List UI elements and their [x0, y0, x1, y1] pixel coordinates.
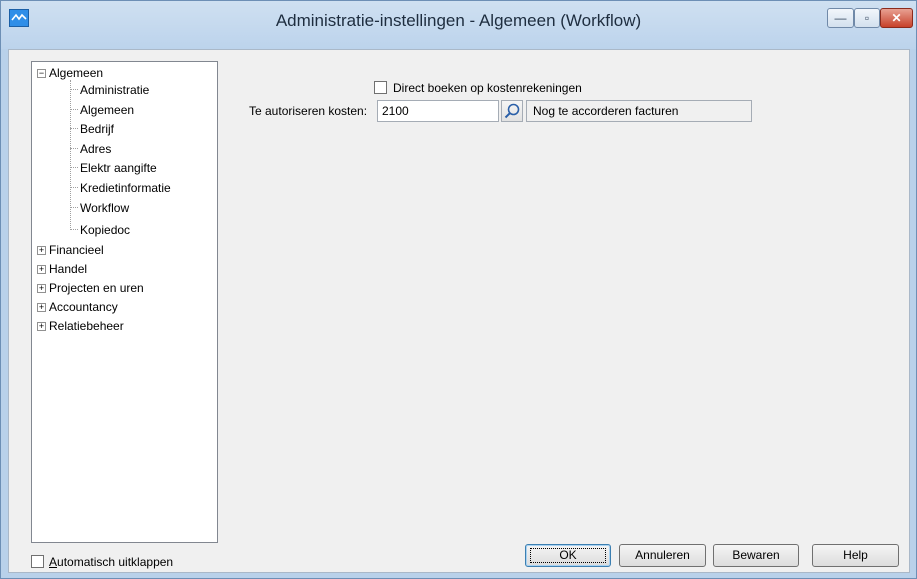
auto-expand-label: Automatisch uitklappen — [49, 555, 173, 569]
auto-expand-checkbox[interactable] — [31, 555, 44, 568]
save-button[interactable]: Bewaren — [713, 544, 799, 567]
tree-item-financieel[interactable]: Financieel — [49, 241, 104, 259]
expand-icon[interactable]: + — [37, 265, 46, 274]
close-icon: ✕ — [891, 11, 902, 25]
tree-item-algemeen-root[interactable]: Algemeen — [49, 64, 103, 82]
dialog-body: − Algemeen Administratie Algemeen Bedrij… — [8, 49, 910, 573]
title-bar[interactable]: Administratie-instellingen - Algemeen (W… — [1, 1, 916, 49]
expand-icon[interactable]: + — [37, 284, 46, 293]
authorize-costs-label: Te autoriseren kosten: — [249, 104, 368, 118]
tree-branch — [70, 148, 78, 149]
authorize-costs-input[interactable]: 2100 — [377, 100, 499, 122]
settings-window: Administratie-instellingen - Algemeen (W… — [0, 0, 917, 579]
direct-booking-checkbox[interactable] — [374, 81, 387, 94]
tree-item-bedrijf[interactable]: Bedrijf — [80, 120, 114, 138]
tree-item-administratie[interactable]: Administratie — [80, 81, 149, 99]
focus-rectangle — [530, 548, 606, 563]
tree-item-handel[interactable]: Handel — [49, 260, 87, 278]
tree-item-kopiedoc[interactable]: Kopiedoc — [80, 221, 130, 239]
lookup-button[interactable] — [501, 100, 523, 122]
tree-item-adres[interactable]: Adres — [80, 140, 111, 158]
expand-icon[interactable]: + — [37, 322, 46, 331]
search-icon — [504, 103, 520, 119]
close-button[interactable]: ✕ — [880, 8, 913, 28]
cancel-button[interactable]: Annuleren — [619, 544, 706, 567]
maximize-icon: ▫ — [864, 11, 870, 25]
tree-item-kredietinformatie[interactable]: Kredietinformatie — [80, 179, 171, 197]
tree-branch — [70, 109, 78, 110]
expand-icon[interactable]: + — [37, 303, 46, 312]
tree-item-algemeen[interactable]: Algemeen — [80, 101, 134, 119]
tree-branch — [70, 128, 78, 129]
auto-expand-mnemonic: A — [49, 555, 58, 569]
tree-branch — [70, 167, 78, 168]
ok-button[interactable]: OK — [525, 544, 611, 567]
settings-tree[interactable]: − Algemeen Administratie Algemeen Bedrij… — [31, 61, 218, 543]
maximize-button[interactable]: ▫ — [854, 8, 880, 28]
expand-icon[interactable]: + — [37, 246, 46, 255]
window-title: Administratie-instellingen - Algemeen (W… — [275, 11, 642, 30]
collapse-icon[interactable]: − — [37, 69, 46, 78]
authorize-costs-description: Nog te accorderen facturen — [526, 100, 752, 122]
tree-branch — [70, 89, 78, 90]
tree-item-elektr-aangifte[interactable]: Elektr aangifte — [80, 159, 157, 177]
auto-expand-label-rest: utomatisch uitklappen — [57, 555, 174, 569]
minimize-icon: — — [834, 11, 847, 25]
tree-item-workflow[interactable]: Workflow — [80, 199, 129, 217]
tree-branch — [70, 229, 78, 230]
direct-booking-label: Direct boeken op kostenrekeningen — [393, 81, 582, 95]
tree-item-projecten-en-uren[interactable]: Projecten en uren — [49, 279, 144, 297]
tree-item-accountancy[interactable]: Accountancy — [49, 298, 118, 316]
tree-branch — [70, 207, 78, 208]
help-button[interactable]: Help — [812, 544, 899, 567]
tree-branch — [70, 187, 78, 188]
minimize-button[interactable]: — — [827, 8, 854, 28]
tree-item-relatiebeheer[interactable]: Relatiebeheer — [49, 317, 124, 335]
